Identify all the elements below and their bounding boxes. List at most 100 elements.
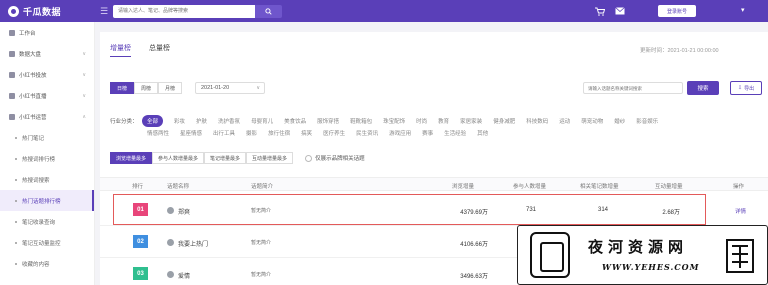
category-chip[interactable]: 萌宠动物 <box>581 117 603 125</box>
sidebar-item-label: 数据大盘 <box>19 51 42 58</box>
date-select[interactable]: 2021-01-20 ∨ <box>195 82 265 94</box>
period-switch: 日榜 周榜 月榜 <box>110 82 183 94</box>
category-chip[interactable]: 民生资讯 <box>356 129 378 137</box>
sort-views-button[interactable]: 浏览增量最多 <box>110 152 153 164</box>
sidebar-subitem-hot-search-ranking[interactable]: 热搜词排行榜 <box>0 148 94 169</box>
sort-participants-button[interactable]: 参与人数增量最多 <box>152 152 205 164</box>
chart-icon <box>9 50 15 57</box>
category-chip[interactable]: 教育 <box>438 117 449 125</box>
views-value: 4106.66万 <box>460 242 488 248</box>
category-chip[interactable]: 搞笑 <box>301 129 312 137</box>
category-chip[interactable]: 星座情感 <box>180 129 202 137</box>
cart-icon[interactable] <box>594 5 606 17</box>
topic-intro: 暂无简介 <box>251 240 272 246</box>
sidebar: 工作台 数据大盘 ∨ 小红书投放 ∨ 小红书直播 ∨ 小红书运营 ∧ 热门笔记 … <box>0 22 95 285</box>
category-chip[interactable]: 全部 <box>142 115 164 127</box>
period-weekly-button[interactable]: 周榜 <box>134 82 159 94</box>
sort-notes-button[interactable]: 笔记增量最多 <box>204 152 247 164</box>
column-header-interactions[interactable]: 互动量增量 <box>655 182 683 190</box>
rank-badge: 03 <box>133 267 148 280</box>
topic-search-input[interactable] <box>583 82 683 94</box>
category-chip[interactable]: 婚纱 <box>614 117 625 125</box>
search-icon <box>265 7 272 15</box>
watermark-seal-icon <box>530 232 570 278</box>
category-chip[interactable]: 科技数码 <box>526 117 548 125</box>
user-menu-caret-icon[interactable]: ▾ <box>741 6 745 14</box>
tab-total-ranking[interactable]: 总量榜 <box>149 43 170 57</box>
category-chip[interactable]: 护肤 <box>196 117 207 125</box>
chevron-up-icon: ∧ <box>82 113 86 120</box>
category-chip[interactable]: 洗护香氛 <box>218 117 240 125</box>
topic-name[interactable]: 郑爽 <box>178 207 190 216</box>
sort-interactions-button[interactable]: 互动量增量最多 <box>246 152 294 164</box>
mail-icon[interactable] <box>614 5 626 17</box>
topic-name[interactable]: 我要上热门 <box>178 239 208 248</box>
sidebar-subitem-hot-search[interactable]: 热搜词搜索 <box>0 169 94 190</box>
export-label: 导出 <box>744 85 755 92</box>
category-chip[interactable]: 珠宝配饰 <box>383 117 405 125</box>
period-daily-button[interactable]: 日榜 <box>110 82 135 94</box>
topic-avatar-icon <box>167 271 174 278</box>
export-button[interactable]: ⇩ 导出 <box>730 81 762 95</box>
category-chip[interactable]: 医疗养生 <box>323 129 345 137</box>
sidebar-item-label: 工作台 <box>19 30 36 37</box>
column-header-notes[interactable]: 相关笔记数增量 <box>580 182 619 190</box>
rank-badge: 02 <box>133 235 148 248</box>
category-chip[interactable]: 情感两性 <box>147 129 169 137</box>
sidebar-subitem-note-index-query[interactable]: 笔记收录查询 <box>0 211 94 232</box>
sidebar-item-ad-placement[interactable]: 小红书投放 ∨ <box>0 64 94 85</box>
category-chip[interactable]: 出行工具 <box>213 129 235 137</box>
category-chip[interactable]: 家居家装 <box>460 117 482 125</box>
global-search-input[interactable] <box>113 4 255 18</box>
category-chip[interactable]: 时尚 <box>416 117 427 125</box>
topic-name[interactable]: 爱情 <box>178 271 190 280</box>
category-chip[interactable]: 运动 <box>559 117 570 125</box>
category-chip[interactable]: 鞋靴箱包 <box>350 117 372 125</box>
export-icon: ⇩ <box>737 85 743 91</box>
sidebar-item-data-overview[interactable]: 数据大盘 ∨ <box>0 43 94 64</box>
sidebar-subitem-note-monitor[interactable]: 笔记互动量监控 <box>0 232 94 253</box>
views-value: 3496.63万 <box>460 274 488 280</box>
category-chip[interactable]: 摄影 <box>246 129 257 137</box>
column-header-views[interactable]: 浏览增量 <box>452 182 474 190</box>
category-chip[interactable]: 旅行住宿 <box>268 129 290 137</box>
category-chip[interactable]: 生活经验 <box>444 129 466 137</box>
category-chip[interactable]: 影音娱乐 <box>636 117 658 125</box>
sidebar-item-label: 小红书直播 <box>19 93 47 100</box>
table-row: 01 郑爽 暂无简介 4379.69万 731 314 2.68万 详情 <box>100 194 768 226</box>
search-button[interactable] <box>255 4 282 18</box>
category-chip[interactable]: 母婴育儿 <box>251 117 273 125</box>
rank-badge: 01 <box>133 203 148 216</box>
sidebar-subitem-favorites[interactable]: 收藏的内容 <box>0 253 94 274</box>
sort-buttons: 浏览增量最多 参与人数增量最多 笔记增量最多 互动量增量最多 仅展示品牌相关话题 <box>110 152 365 164</box>
category-chip[interactable]: 赛事 <box>422 129 433 137</box>
sidebar-subitem-hot-notes[interactable]: 热门笔记 <box>0 127 94 148</box>
sidebar-subitem-hot-topic-ranking[interactable]: 热门话题排行榜 <box>0 190 94 211</box>
sidebar-item-operations[interactable]: 小红书运营 ∧ <box>0 106 94 127</box>
detail-link[interactable]: 详情 <box>735 207 746 215</box>
sidebar-item-live[interactable]: 小红书直播 ∨ <box>0 85 94 106</box>
topic-intro: 暂无简介 <box>251 208 272 214</box>
category-row-2: 情感两性 星座情感 出行工具 摄影 旅行住宿 搞笑 医疗养生 民生资讯 游戏应用 赛事 生活经验 其他 <box>147 129 499 137</box>
column-header-participants[interactable]: 参与人数增量 <box>513 182 546 190</box>
top-bar: 千瓜数据 ☰ 登录账号 ▾ <box>0 0 768 22</box>
chevron-down-icon: ∨ <box>82 92 86 99</box>
period-monthly-button[interactable]: 月榜 <box>158 82 183 94</box>
tab-increment-ranking[interactable]: 增量榜 <box>110 43 131 57</box>
brand-logo[interactable]: 千瓜数据 <box>0 5 95 18</box>
category-chip[interactable]: 服饰穿搭 <box>317 117 339 125</box>
category-chip[interactable]: 游戏应用 <box>389 129 411 137</box>
topic-search-button[interactable]: 搜索 <box>687 81 719 95</box>
category-chip[interactable]: 彩妆 <box>174 117 185 125</box>
sidebar-item-workbench[interactable]: 工作台 <box>0 22 94 43</box>
table-header: 排行 话题名称 话题简介 浏览增量 参与人数增量 相关笔记数增量 互动量增量 操… <box>100 177 768 191</box>
category-chip[interactable]: 美食饮品 <box>284 117 306 125</box>
watermark-url: WWW.YEHES.COM <box>602 262 700 272</box>
menu-collapse-icon[interactable]: ☰ <box>95 6 113 17</box>
brand-only-checkbox[interactable]: 仅展示品牌相关话题 <box>305 154 365 162</box>
category-chip[interactable]: 健身减肥 <box>493 117 515 125</box>
login-button[interactable]: 登录账号 <box>658 5 696 17</box>
category-chip[interactable]: 其他 <box>477 129 488 137</box>
dashboard-icon <box>9 29 15 36</box>
interactions-value: 2.68万 <box>662 210 680 216</box>
